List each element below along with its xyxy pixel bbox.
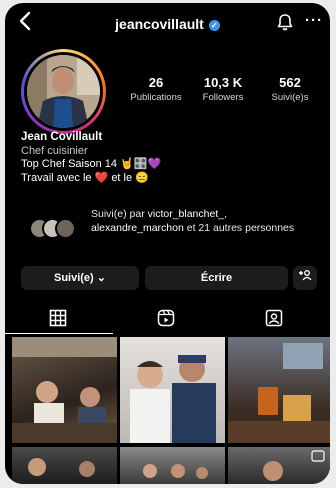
mutual-avatar (55, 218, 76, 239)
profile-tabs (5, 305, 330, 334)
verified-badge-icon: ✓ (208, 20, 220, 31)
message-button[interactable]: Écrire (145, 266, 288, 290)
display-name: Jean Covillault (21, 131, 103, 143)
bio-line-1: Top Chef Saison 14 🤘🎛️💜 (21, 158, 162, 170)
following-count: 562 (279, 75, 301, 90)
profile-stats: 26 Publications 10,3 K Followers 562 Sui… (123, 75, 323, 103)
tab-tagged[interactable] (221, 305, 329, 333)
profile-bio: Jean Covillault Chef cuisinier Top Chef … (21, 131, 321, 185)
mutual-user-link[interactable]: alexandre_marchon (91, 222, 184, 234)
profile-screen: jeancovillault ✓ ··· 26 Publications 10,… (5, 3, 330, 484)
tagged-icon (265, 309, 283, 327)
post-thumbnail[interactable] (120, 337, 225, 443)
more-options-button[interactable]: ··· (305, 12, 323, 29)
followed-by-section[interactable]: Suivi(e) par victor_blanchet_, alexandre… (29, 208, 319, 252)
add-user-icon (299, 270, 312, 281)
profile-avatar-button[interactable] (21, 49, 106, 134)
notifications-bell-button[interactable] (277, 13, 293, 31)
avatar-photo (27, 55, 100, 128)
following-label: Suivi(e)s (271, 92, 309, 103)
followers-label: Followers (202, 92, 244, 103)
publications-count: 26 (148, 75, 164, 90)
avatar (27, 55, 100, 128)
post-thumbnail[interactable] (12, 447, 117, 484)
followed-by-text: Suivi(e) par victor_blanchet_, alexandre… (91, 208, 295, 234)
posts-grid (12, 337, 330, 484)
stat-followers[interactable]: 10,3 K Followers (190, 75, 256, 103)
post-thumbnail[interactable] (228, 447, 330, 484)
post-thumbnail[interactable] (228, 337, 330, 443)
top-bar: jeancovillault ✓ ··· (5, 3, 330, 43)
post-thumbnail[interactable] (12, 337, 117, 443)
username-text: jeancovillault (115, 16, 204, 32)
bell-icon (277, 14, 293, 31)
followers-count: 10,3 K (203, 75, 243, 90)
profile-category: Chef cuisinier (21, 144, 88, 157)
tab-posts-grid[interactable] (5, 305, 113, 334)
grid-icon (49, 309, 67, 327)
following-dropdown-button[interactable]: Suivi(e) ⌄ (21, 266, 139, 290)
stat-publications[interactable]: 26 Publications (123, 75, 189, 103)
stat-following[interactable]: 562 Suivi(e)s (257, 75, 323, 103)
bio-line-2: Travail avec le ❤️ et le 😑 (21, 171, 149, 184)
publications-label: Publications (130, 92, 182, 103)
mutual-user-link[interactable]: victor_blanchet_ (148, 208, 224, 220)
suggest-users-button[interactable] (293, 266, 317, 290)
tab-reels[interactable] (113, 305, 221, 333)
post-thumbnail[interactable] (120, 447, 225, 484)
reels-icon (157, 309, 175, 327)
more-horizontal-icon: ··· (305, 12, 323, 29)
